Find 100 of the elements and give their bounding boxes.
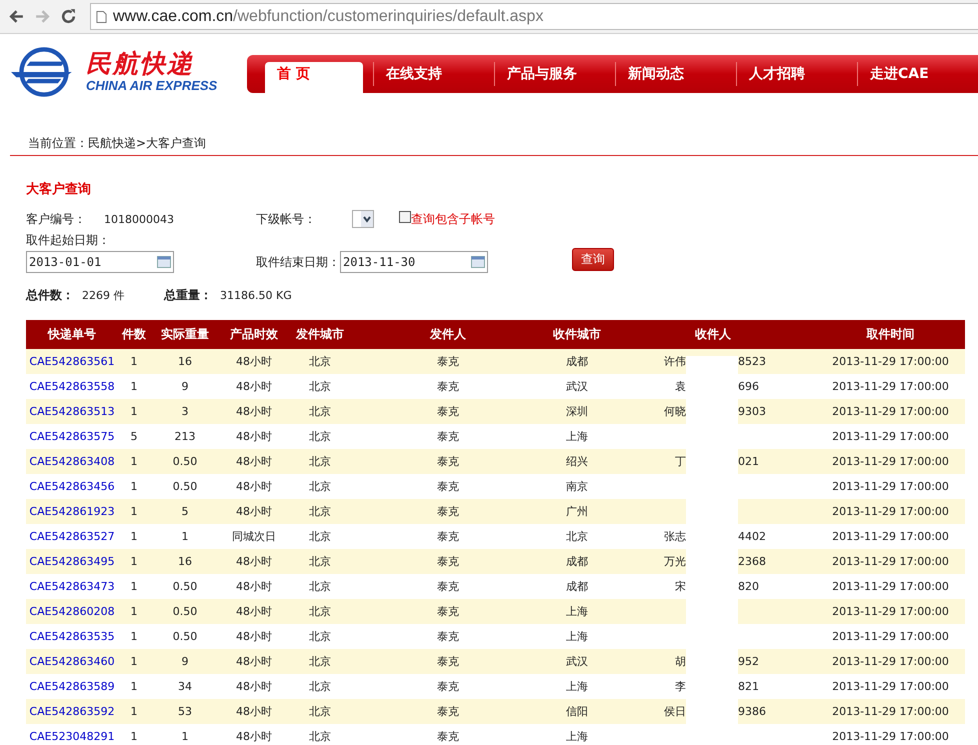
sub-account-select[interactable] <box>352 210 374 228</box>
end-date-field[interactable]: 2013-11-30 <box>340 251 488 273</box>
origin-city: 北京 <box>309 655 331 668</box>
recipient-name: 宋 <box>675 580 686 593</box>
reload-icon[interactable] <box>60 8 77 25</box>
destination-city: 上海 <box>566 730 588 743</box>
service-cell: 48小时 <box>236 655 272 668</box>
tracking-number-link[interactable]: CAE542863473 <box>29 580 115 593</box>
nav-tab[interactable]: 新闻动态 <box>615 62 736 86</box>
tracking-number-link[interactable]: CAE542863456 <box>29 480 115 493</box>
query-button[interactable]: 查询 <box>572 248 614 271</box>
page-icon <box>96 10 107 24</box>
service-cell: 48小时 <box>236 480 272 493</box>
logo-english-name: CHINA AIR EXPRESS <box>86 78 218 93</box>
recipient-name: 张志 <box>664 530 686 543</box>
calendar-icon[interactable] <box>471 256 485 268</box>
destination-city: 绍兴 <box>566 455 588 468</box>
pieces-cell: 5 <box>130 430 138 443</box>
service-cell: 48小时 <box>236 705 272 718</box>
nav-tab[interactable]: 首 页 <box>265 62 363 93</box>
service-cell: 48小时 <box>236 455 272 468</box>
origin-city: 北京 <box>309 405 331 418</box>
origin-city: 北京 <box>309 380 331 393</box>
column-header: 实际重量 <box>150 320 220 349</box>
destination-city: 成都 <box>566 555 588 568</box>
service-cell: 48小时 <box>236 430 272 443</box>
service-cell: 48小时 <box>236 580 272 593</box>
service-cell: 48小时 <box>236 555 272 568</box>
sender-name: 泰克 <box>437 580 459 593</box>
column-header: 件数 <box>118 320 150 349</box>
url-path: /webfunction/customerinquiries/default.aspx <box>233 8 544 26</box>
pickup-time: 2013-11-29 17:00:00 <box>832 430 949 443</box>
nav-tab[interactable]: 在线支持 <box>373 62 494 86</box>
destination-city: 武汉 <box>566 655 588 668</box>
destination-city: 上海 <box>566 680 588 693</box>
service-cell: 48小时 <box>236 605 272 618</box>
column-header: 收件人 <box>610 320 816 349</box>
service-cell: 同城次日 <box>232 530 276 543</box>
checkbox[interactable] <box>399 211 411 223</box>
sender-name: 泰克 <box>437 705 459 718</box>
destination-city: 武汉 <box>566 380 588 393</box>
service-cell: 48小时 <box>236 355 272 368</box>
service-cell: 48小时 <box>236 680 272 693</box>
sender-name: 泰克 <box>437 480 459 493</box>
total-count: 2269 件 <box>82 288 126 303</box>
origin-city: 北京 <box>309 730 331 743</box>
destination-city: 上海 <box>566 605 588 618</box>
tracking-number-link[interactable]: CAE523048291 <box>29 730 115 743</box>
tracking-number-link[interactable]: CAE542863575 <box>29 430 115 443</box>
pickup-time: 2013-11-29 17:00:00 <box>832 455 949 468</box>
weight-cell: 0.50 <box>172 455 198 468</box>
destination-city: 上海 <box>566 630 588 643</box>
weight-cell: 0.50 <box>172 480 198 493</box>
tracking-number-link[interactable]: CAE542863558 <box>29 380 115 393</box>
origin-city: 北京 <box>309 355 331 368</box>
nav-tab[interactable]: 走进CAE <box>857 62 978 86</box>
pickup-time: 2013-11-29 17:00:00 <box>832 655 949 668</box>
pickup-time: 2013-11-29 17:00:00 <box>832 705 949 718</box>
destination-city: 成都 <box>566 355 588 368</box>
origin-city: 北京 <box>309 580 331 593</box>
pieces-cell: 1 <box>130 355 138 368</box>
sender-name: 泰克 <box>437 455 459 468</box>
sender-name: 泰克 <box>437 380 459 393</box>
back-icon[interactable] <box>8 8 25 25</box>
pieces-cell: 1 <box>130 455 138 468</box>
logo-chinese-name: 民航快递 <box>86 50 195 78</box>
recipient-phone: 8523 <box>738 355 766 368</box>
weight-cell: 0.50 <box>172 580 198 593</box>
recipient-phone: 821 <box>738 680 759 693</box>
recipient-name: 许伟 <box>664 355 686 368</box>
pieces-cell: 1 <box>130 555 138 568</box>
weight-cell: 5 <box>182 505 188 518</box>
sender-name: 泰克 <box>437 430 459 443</box>
destination-city: 上海 <box>566 430 588 443</box>
tracking-number-link[interactable]: CAE542863527 <box>29 530 115 543</box>
nav-tab[interactable]: 产品与服务 <box>494 62 615 86</box>
service-cell: 48小时 <box>236 730 272 743</box>
sender-name: 泰克 <box>437 405 459 418</box>
pickup-time: 2013-11-29 17:00:00 <box>832 630 949 643</box>
recipient-name: 袁 <box>675 380 686 393</box>
start-date-field[interactable]: 2013-01-01 <box>26 251 174 273</box>
address-bar[interactable]: www.cae.com.cn/webfunction/customerinquiries/default.aspx <box>90 3 978 30</box>
weight-cell: 3 <box>182 405 188 418</box>
nav-tab[interactable]: 人才招聘 <box>736 62 857 86</box>
recipient-name: 何晓 <box>664 405 686 418</box>
sender-name: 泰克 <box>437 505 459 518</box>
recipient-phone: 696 <box>738 380 759 393</box>
sender-name: 泰克 <box>437 355 459 368</box>
recipient-name: 万光 <box>664 555 686 568</box>
tracking-number-link[interactable]: CAE542863535 <box>29 630 115 643</box>
column-header: 发件人 <box>352 320 544 349</box>
pieces-cell: 1 <box>130 730 138 743</box>
origin-city: 北京 <box>309 480 331 493</box>
weight-cell: 1 <box>182 730 188 743</box>
tracking-number-link[interactable]: CAE542863589 <box>29 680 115 693</box>
total-weight: 31186.50 KG <box>220 289 292 302</box>
calendar-icon[interactable] <box>157 256 171 268</box>
recipient-phone: 9303 <box>738 405 766 418</box>
sender-name: 泰克 <box>437 630 459 643</box>
sender-name: 泰克 <box>437 555 459 568</box>
